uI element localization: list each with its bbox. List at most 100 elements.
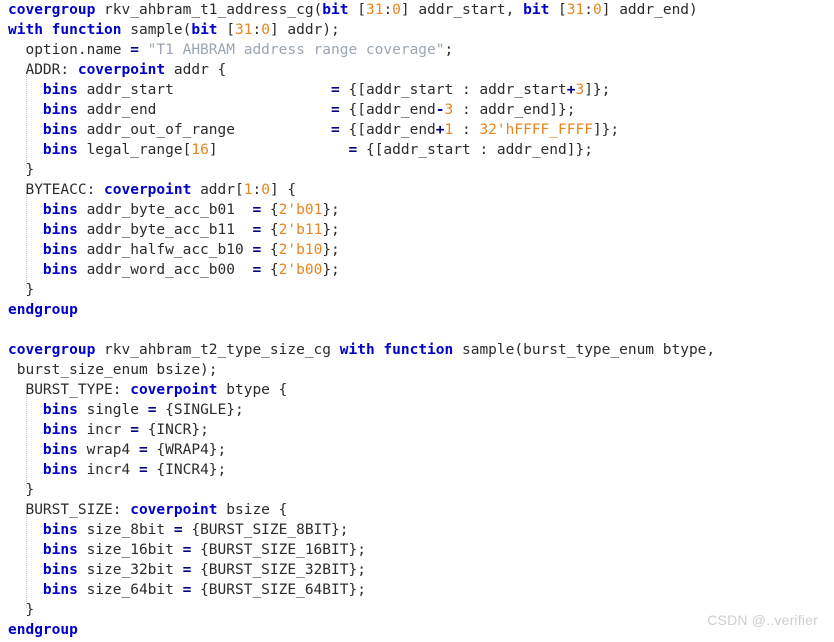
code-token: } xyxy=(8,282,35,298)
code-token: {[addr_end xyxy=(339,102,436,118)
code-token: btype { xyxy=(217,382,288,398)
code-token: 16 xyxy=(191,142,209,158)
code-token: addr[ xyxy=(191,182,244,198)
code-token: ] addr_end) xyxy=(601,2,698,18)
code-line[interactable]: bins incr4 = {INCR4}; xyxy=(8,460,834,480)
code-token: { xyxy=(261,262,279,278)
code-token: bins xyxy=(42,82,78,98)
code-token: incr4 xyxy=(77,462,139,478)
code-token: size_16bit xyxy=(77,542,183,558)
code-line[interactable]: bins size_64bit = {BURST_SIZE_64BIT}; xyxy=(8,580,834,600)
code-line[interactable]: endgroup xyxy=(8,620,834,640)
code-token: } xyxy=(8,162,35,178)
code-token: 1 xyxy=(444,122,454,138)
code-token: 0 xyxy=(593,2,602,18)
code-token: { xyxy=(261,222,279,238)
code-line[interactable]: bins addr_start = {[addr_start : addr_st… xyxy=(8,80,834,100)
code-token: bins xyxy=(42,422,78,438)
code-line[interactable]: endgroup xyxy=(8,300,834,320)
code-token: bins xyxy=(42,462,78,478)
code-line[interactable]: bins incr = {INCR}; xyxy=(8,420,834,440)
code-token: addr_out_of_range xyxy=(77,122,332,138)
code-line[interactable]: bins legal_range[16] = {[addr_start : ad… xyxy=(8,140,834,160)
code-line[interactable]: covergroup rkv_ahbram_t2_type_size_cg wi… xyxy=(8,340,834,360)
code-token: 32'hFFFF_FFFF xyxy=(479,122,593,138)
code-token: addr_byte_acc_b01 xyxy=(77,202,253,218)
code-token: {INCR4}; xyxy=(147,462,227,478)
code-token: = xyxy=(252,262,262,278)
code-token: 31 xyxy=(365,2,384,18)
code-token: {[addr_start : addr_start xyxy=(339,82,567,98)
code-token: BURST_TYPE: xyxy=(8,382,131,398)
code-token: 31 xyxy=(566,2,585,18)
code-line[interactable]: burst_size_enum bsize); xyxy=(8,360,834,380)
code-token: addr_byte_acc_b11 xyxy=(77,222,253,238)
code-token: 3 xyxy=(575,82,585,98)
code-line[interactable]: bins size_16bit = {BURST_SIZE_16BIT}; xyxy=(8,540,834,560)
code-token: sample(burst_type_enum btype, xyxy=(453,342,716,358)
code-token: coverpoint xyxy=(77,62,166,78)
code-line[interactable]: BURST_SIZE: coverpoint bsize { xyxy=(8,500,834,520)
code-token: bins xyxy=(42,262,78,278)
code-line[interactable]: bins addr_halfw_acc_b10 = {2'b10}; xyxy=(8,240,834,260)
code-token: 2'b01 xyxy=(278,202,323,218)
code-token: covergroup xyxy=(8,2,96,18)
code-line[interactable]: ADDR: coverpoint addr { xyxy=(8,60,834,80)
code-token: : addr_end]}; xyxy=(453,102,576,118)
code-token: ]}; xyxy=(584,82,611,98)
code-line[interactable]: bins single = {SINGLE}; xyxy=(8,400,834,420)
code-token: {[addr_end xyxy=(339,122,436,138)
code-line[interactable]: bins wrap4 = {WRAP4}; xyxy=(8,440,834,460)
code-token: addr { xyxy=(165,62,227,78)
code-token: : xyxy=(383,2,393,18)
code-line[interactable]: bins addr_out_of_range = {[addr_end+1 : … xyxy=(8,120,834,140)
code-token: covergroup xyxy=(8,342,96,358)
code-line[interactable]: with function sample(bit [31:0] addr); xyxy=(8,20,834,40)
code-line[interactable] xyxy=(8,320,834,340)
code-token: 2'b00 xyxy=(278,262,323,278)
code-token: {[addr_start : addr_end]}; xyxy=(357,142,593,158)
code-token: with function xyxy=(8,22,122,38)
code-token: - xyxy=(435,102,445,118)
code-line[interactable]: covergroup rkv_ahbram_t1_address_cg(bit … xyxy=(8,0,834,20)
code-token: BURST_SIZE: xyxy=(8,502,131,518)
code-line[interactable]: bins size_32bit = {BURST_SIZE_32BIT}; xyxy=(8,560,834,580)
code-line[interactable]: } xyxy=(8,600,834,620)
code-token: = xyxy=(252,222,262,238)
code-token: bins xyxy=(42,442,78,458)
code-token: addr_start xyxy=(77,82,332,98)
code-token: coverpoint xyxy=(130,382,218,398)
code-token: { xyxy=(261,202,279,218)
code-viewer[interactable]: covergroup rkv_ahbram_t1_address_cg(bit … xyxy=(0,0,834,642)
code-line[interactable]: bins addr_byte_acc_b11 = {2'b11}; xyxy=(8,220,834,240)
code-token: [ xyxy=(348,2,366,18)
code-token: 0 xyxy=(261,22,270,38)
code-line[interactable]: BYTEACC: coverpoint addr[1:0] { xyxy=(8,180,834,200)
code-token: burst_size_enum bsize); xyxy=(8,362,218,378)
code-line[interactable]: } xyxy=(8,160,834,180)
code-token: legal_range[ xyxy=(77,142,192,158)
code-token: sample( xyxy=(121,22,192,38)
code-token: addr_end xyxy=(77,102,332,118)
code-token: ADDR: xyxy=(8,62,78,78)
code-line[interactable]: } xyxy=(8,480,834,500)
code-line[interactable]: bins addr_word_acc_b00 = {2'b00}; xyxy=(8,260,834,280)
code-line[interactable]: } xyxy=(8,280,834,300)
code-token: ] addr); xyxy=(269,22,340,38)
code-line[interactable]: bins addr_byte_acc_b01 = {2'b01}; xyxy=(8,200,834,220)
code-line[interactable]: option.name = "T1 AHBRAM address range c… xyxy=(8,40,834,60)
code-token: bsize { xyxy=(217,502,288,518)
code-line[interactable]: bins addr_end = {[addr_end-3 : addr_end]… xyxy=(8,100,834,120)
code-token: = xyxy=(331,122,340,138)
code-listing[interactable]: covergroup rkv_ahbram_t1_address_cg(bit … xyxy=(0,0,834,640)
code-token: 2'b10 xyxy=(278,242,323,258)
code-token: size_8bit xyxy=(77,522,174,538)
code-line[interactable]: BURST_TYPE: coverpoint btype { xyxy=(8,380,834,400)
code-line[interactable]: bins size_8bit = {BURST_SIZE_8BIT}; xyxy=(8,520,834,540)
